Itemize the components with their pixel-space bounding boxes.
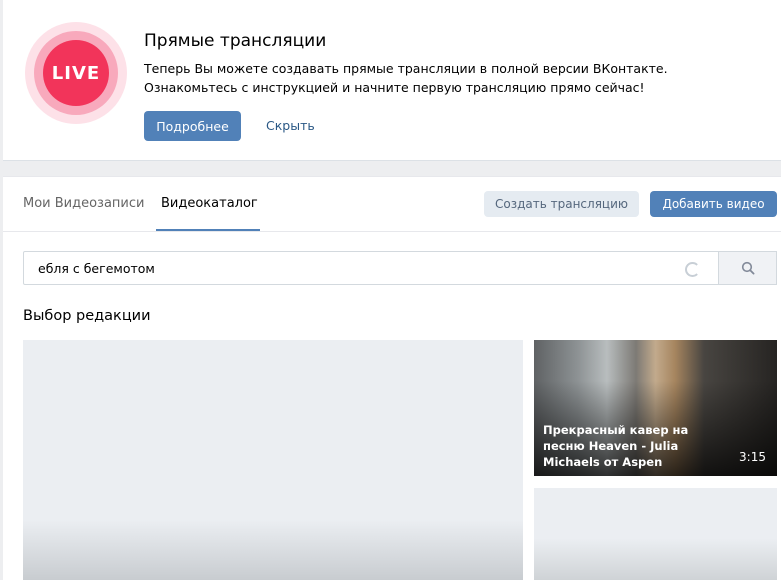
live-badge-icon: LIVE [43, 40, 109, 106]
spinner-icon [685, 262, 700, 277]
section-title: Выбор редакции [23, 308, 151, 324]
video-duration: 3:15 [739, 450, 766, 464]
more-button[interactable]: Подробнее [144, 111, 241, 141]
live-badge-label: LIVE [51, 62, 101, 84]
video-section: Мои Видеозаписи Видеокаталог Создать тра… [3, 176, 781, 580]
promo-title: Прямые трансляции [144, 31, 327, 51]
hide-link[interactable]: Скрыть [266, 118, 315, 133]
promo-description: Теперь Вы можете создавать прямые трансл… [144, 59, 704, 97]
promo-text-line1: Теперь Вы можете создавать прямые трансл… [144, 61, 668, 76]
promo-text-line2: Ознакомьтесь с инструкцией и начните пер… [144, 80, 645, 95]
create-stream-button[interactable]: Создать трансляцию [484, 191, 639, 217]
live-promo-card: LIVE Прямые трансляции Теперь Вы можете … [3, 0, 781, 161]
search-value: ебля с бегемотом [38, 261, 155, 276]
tabs-divider [3, 231, 781, 232]
video-tile[interactable]: Прекрасный кавер на песню Heaven - Julia… [534, 340, 777, 476]
search-input[interactable]: ебля с бегемотом [23, 251, 719, 285]
tab-my-videos[interactable]: Мои Видеозаписи [23, 196, 144, 211]
tab-video-catalog[interactable]: Видеокаталог [161, 196, 258, 211]
search-button[interactable] [719, 251, 777, 285]
video-tile-placeholder-2[interactable] [534, 488, 777, 580]
search-icon [741, 261, 755, 275]
video-tile-placeholder[interactable] [23, 340, 523, 580]
add-video-button[interactable]: Добавить видео [650, 191, 777, 217]
video-title[interactable]: Прекрасный кавер на песню Heaven - Julia… [543, 422, 723, 470]
